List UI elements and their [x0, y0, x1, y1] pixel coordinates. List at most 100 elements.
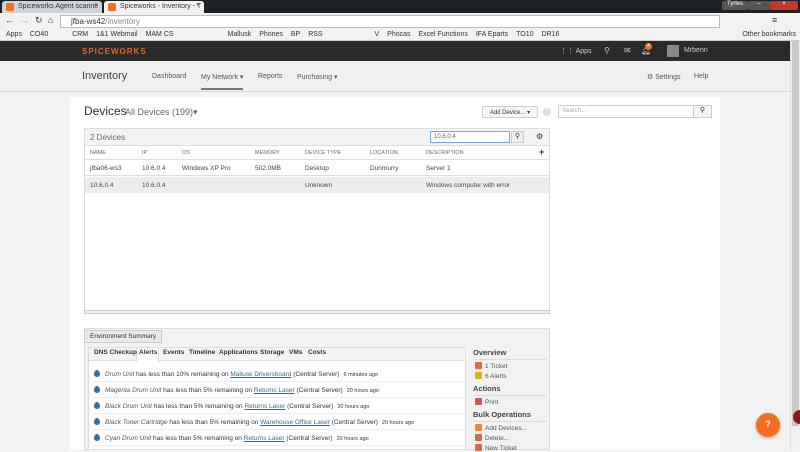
- home-icon[interactable]: ⌂: [48, 15, 53, 25]
- search-icon[interactable]: ⚲: [604, 46, 610, 55]
- add-column-icon[interactable]: +: [539, 147, 544, 157]
- browser-tab[interactable]: Spiceworks Agent scanne ×: [2, 1, 102, 13]
- bookmark[interactable]: Phocas: [387, 29, 410, 41]
- profile-badge[interactable]: Tyrles: [722, 1, 748, 10]
- ticket-icon: [475, 362, 482, 369]
- back-icon[interactable]: ←: [5, 15, 14, 25]
- col-name[interactable]: NAME: [90, 150, 106, 156]
- settings-label: Settings: [655, 74, 681, 81]
- cell-description: Server 1: [426, 165, 451, 172]
- alert-text: has less than 5% remaining on: [161, 387, 254, 394]
- col-location[interactable]: LOCATION: [370, 150, 398, 156]
- tab-applications[interactable]: Applications: [219, 349, 258, 356]
- help-icon[interactable]: ?: [543, 108, 551, 116]
- menu-icon[interactable]: ≡: [772, 15, 777, 25]
- browser-tab-active[interactable]: Spiceworks - Inventory - T ×: [104, 1, 204, 13]
- tab-events[interactable]: Events: [163, 349, 184, 356]
- tab-vms[interactable]: VMs: [289, 349, 302, 356]
- device-link[interactable]: Returns Laser: [244, 403, 285, 410]
- device-link[interactable]: Returns Laser: [254, 387, 295, 394]
- reload-icon[interactable]: ↻: [35, 15, 43, 26]
- add-devices-link[interactable]: Add Devices...: [475, 424, 547, 432]
- tab-storage[interactable]: Storage: [260, 349, 284, 356]
- avatar[interactable]: [667, 45, 679, 57]
- device-link[interactable]: Returns Laser: [244, 435, 285, 442]
- spiceworks-favicon: [6, 3, 14, 11]
- devices-title: Devices: [84, 104, 127, 118]
- bookmark[interactable]: BP: [291, 29, 300, 41]
- bookmark[interactable]: Excel Functions: [418, 29, 467, 41]
- device-link[interactable]: Mallusk Driversboard: [230, 371, 291, 378]
- col-os[interactable]: OS: [182, 150, 190, 156]
- col-description[interactable]: DESCRIPTION: [426, 150, 464, 156]
- tab-dns-checkup[interactable]: DNS Checkup: [94, 349, 137, 356]
- other-bookmarks[interactable]: Other bookmarks: [742, 29, 796, 41]
- help-link[interactable]: Help: [694, 73, 708, 80]
- col-ip[interactable]: IP: [142, 150, 147, 156]
- bookmark[interactable]: Mallusk: [228, 29, 252, 41]
- gear-icon[interactable]: ⚙: [536, 132, 543, 141]
- tab-costs[interactable]: Costs: [308, 349, 326, 356]
- help-chat-button[interactable]: ?: [756, 413, 780, 437]
- apps-menu[interactable]: ⋮⋮ Apps: [560, 47, 592, 55]
- tab-timeline[interactable]: Timeline: [189, 349, 215, 356]
- bookmark[interactable]: 1&1 Webmail: [96, 29, 138, 41]
- tickets-link[interactable]: 1 Ticket: [475, 362, 547, 370]
- bookmark[interactable]: CRM: [72, 29, 88, 41]
- bookmark[interactable]: V: [375, 29, 380, 41]
- bookmark[interactable]: Phones: [259, 29, 283, 41]
- close-tab-icon[interactable]: ×: [196, 2, 200, 9]
- bookmark[interactable]: RSS: [308, 29, 322, 41]
- table-filter-input[interactable]: 10.6.0.4: [430, 131, 510, 143]
- bookmark[interactable]: CO40: [30, 29, 48, 41]
- filter-search-button[interactable]: ⚲: [511, 131, 524, 143]
- add-device-button[interactable]: Add Device... ▾: [482, 106, 538, 118]
- mail-icon[interactable]: ✉: [624, 46, 631, 55]
- pane-resize-handle[interactable]: [84, 310, 550, 314]
- bookmark[interactable]: DR16: [541, 29, 559, 41]
- spiceworks-logo[interactable]: SPICEWORKS: [82, 47, 147, 56]
- trash-icon: [475, 434, 482, 441]
- forward-icon[interactable]: →: [20, 15, 29, 25]
- nav-reports[interactable]: Reports: [258, 73, 283, 80]
- bookmark[interactable]: Apps: [6, 29, 22, 41]
- close-tab-icon[interactable]: ×: [94, 2, 98, 9]
- device-filter-dropdown[interactable]: All Devices (199)▾: [125, 107, 198, 118]
- table-row[interactable]: jfba06-ws3 10.6.0.4 Windows XP Pro 502.0…: [85, 160, 549, 176]
- search-input[interactable]: Search...: [562, 108, 586, 114]
- list-item: Magenta Drum Unit has less than 5% remai…: [94, 382, 464, 398]
- tab-environment-summary[interactable]: Environment Summary: [84, 330, 163, 343]
- nav-my-network[interactable]: My Network ▾: [201, 73, 244, 90]
- close-window-button[interactable]: ×: [770, 1, 798, 10]
- minimize-button[interactable]: –: [748, 1, 770, 10]
- new-ticket-link[interactable]: New Ticket: [475, 444, 547, 452]
- bookmark[interactable]: TO10: [516, 29, 533, 41]
- alerts-link[interactable]: 6 Alerts: [475, 372, 547, 380]
- search-button[interactable]: ⚲: [693, 106, 711, 117]
- nav-purchasing[interactable]: Purchasing ▾: [297, 73, 337, 81]
- bookmark[interactable]: IFA Eparts: [476, 29, 508, 41]
- print-link[interactable]: Print: [475, 398, 547, 406]
- settings-link[interactable]: ⚙ Settings: [647, 73, 681, 81]
- alert-server: (Central Server): [329, 419, 378, 426]
- nav-dashboard[interactable]: Dashboard: [152, 73, 186, 80]
- alert-item: Drum Unit: [105, 371, 135, 378]
- alert-time: 20 hours ago: [336, 436, 369, 442]
- col-device-type[interactable]: DEVICE TYPE: [305, 150, 341, 156]
- alert-item: Black Drum Unit: [105, 403, 152, 410]
- list-item: Drum Unit has less than 10% remaining on…: [94, 366, 464, 382]
- devices-table: 2 Devices 10.6.0.4 ⚲ ⚙ NAME IP OS MEMORY…: [84, 128, 550, 313]
- ink-drop-icon: [94, 418, 100, 425]
- url-input[interactable]: jfba-ws42/inventory: [60, 15, 720, 28]
- user-name[interactable]: Mrbenn: [684, 47, 708, 54]
- bookmark[interactable]: MAM CS: [146, 29, 174, 41]
- delete-link[interactable]: Delete...: [475, 434, 547, 442]
- col-memory[interactable]: MEMORY: [255, 150, 280, 156]
- table-row[interactable]: 10.6.0.4 10.6.0.4 Unknown Windows comput…: [85, 177, 549, 193]
- device-link[interactable]: Warehouse Office Laser: [260, 419, 330, 426]
- spiceworks-header: SPICEWORKS ⋮⋮ Apps ⚲ ✉ 🔔︎ 4 Mrbenn: [0, 41, 792, 61]
- alerts-label: 6 Alerts: [485, 373, 507, 380]
- tab-alerts[interactable]: Alerts: [139, 349, 157, 356]
- alert-time: 20 hours ago: [381, 420, 415, 426]
- scrollbar[interactable]: [790, 41, 800, 450]
